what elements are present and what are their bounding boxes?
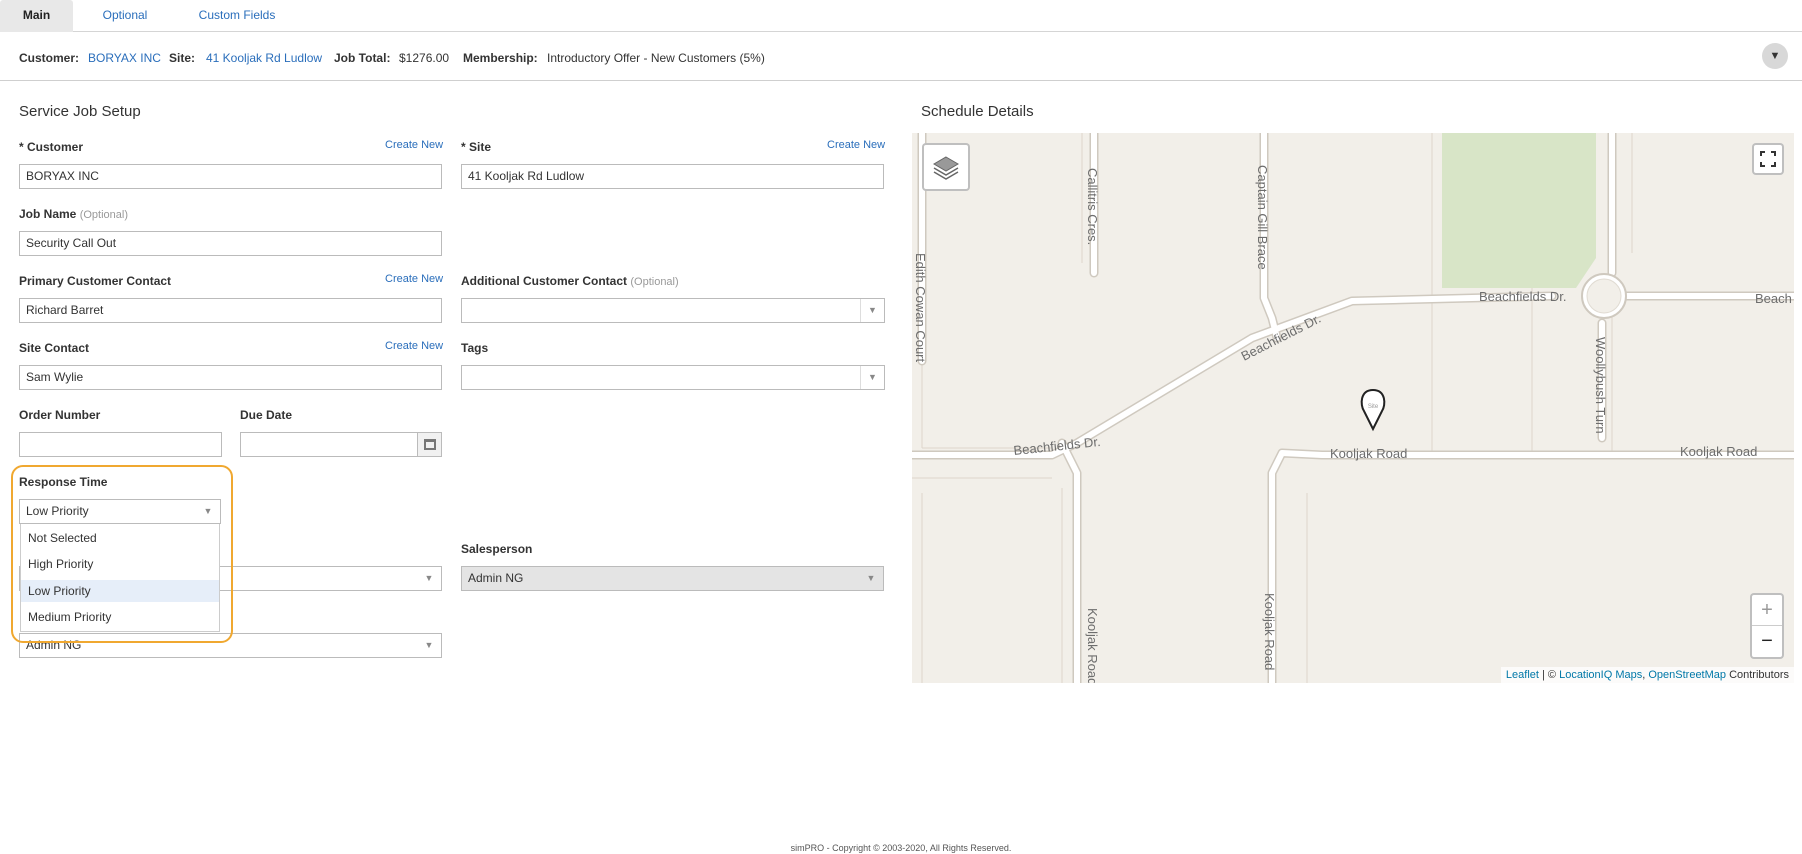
- site-contact-label: Site Contact: [19, 341, 90, 355]
- map-tiles: Edith Cowan Court Callitris Cres. Captai…: [912, 133, 1794, 683]
- zoom-out-button[interactable]: −: [1752, 626, 1782, 657]
- street-label-edith-cowan: Edith Cowan Court: [913, 253, 928, 362]
- salesperson-label: Salesperson: [461, 542, 533, 556]
- salesperson-select: Admin NG ▼: [461, 566, 884, 591]
- street-label-woollybush: Woollybush Turn: [1593, 337, 1608, 434]
- due-date-input[interactable]: [240, 432, 442, 457]
- summary-site-link[interactable]: 41 Kooljak Rd Ludlow: [206, 51, 322, 65]
- map-marker-icon: Site: [1360, 388, 1386, 432]
- summary-membership-label: Membership:: [463, 51, 538, 65]
- fullscreen-icon: [1760, 151, 1776, 167]
- map-attribution: Leaflet | © LocationIQ Maps, OpenStreetM…: [1500, 667, 1794, 683]
- summary-site-label: Site:: [169, 51, 196, 65]
- chevron-down-icon: ▼: [866, 573, 876, 583]
- page-footer: simPRO - Copyright © 2003-2020, All Righ…: [790, 843, 1012, 853]
- summary-membership-value: Introductory Offer - New Customers (5%): [547, 51, 765, 65]
- create-new-site-link[interactable]: Create New: [827, 139, 885, 151]
- openstreetmap-link[interactable]: OpenStreetMap: [1648, 669, 1726, 681]
- tab-custom-fields[interactable]: Custom Fields: [186, 0, 288, 32]
- primary-contact-input[interactable]: Richard Barret: [19, 298, 442, 323]
- job-name-label-text: Job Name: [19, 207, 77, 221]
- customer-input[interactable]: BORYAX INC: [19, 164, 442, 189]
- chevron-down-icon: ▼: [860, 299, 884, 322]
- calendar-icon[interactable]: [417, 433, 441, 456]
- schedule-details-title: Schedule Details: [921, 103, 1034, 120]
- job-name-optional-text: (Optional): [79, 209, 128, 221]
- street-label-captain-gill: Captain Gill Brace: [1255, 165, 1270, 270]
- summary-customer-link[interactable]: BORYAX INC: [88, 51, 161, 65]
- additional-contact-label: Additional Customer Contact (Optional): [461, 274, 679, 288]
- summary-job-total-value: $1276.00: [399, 51, 450, 65]
- map-fullscreen-button[interactable]: [1752, 143, 1784, 175]
- map-marker-label: Site: [1368, 404, 1379, 410]
- chevron-down-icon: ▼: [1769, 50, 1781, 62]
- additional-contact-optional-text: (Optional): [630, 276, 679, 288]
- street-label-callitris: Callitris Cres.: [1085, 168, 1100, 245]
- attribution-contributors: Contributors: [1726, 669, 1789, 681]
- site-map[interactable]: Edith Cowan Court Callitris Cres. Captai…: [912, 133, 1794, 683]
- summary-job-total-label: Job Total:: [334, 51, 391, 65]
- service-job-setup-title: Service Job Setup: [19, 103, 141, 120]
- street-label-kooljak-2: Kooljak Road: [1680, 444, 1757, 459]
- tags-label: Tags: [461, 341, 489, 355]
- attribution-separator: | ©: [1538, 669, 1560, 681]
- create-new-site-contact-link[interactable]: Create New: [385, 340, 443, 352]
- create-new-primary-contact-link[interactable]: Create New: [385, 273, 443, 285]
- primary-contact-label: Primary Customer Contact: [19, 274, 172, 288]
- leaflet-link[interactable]: Leaflet: [1506, 669, 1539, 681]
- map-layers-button[interactable]: [922, 143, 970, 191]
- street-label-beachfields-3: Beachfields Dr.: [1479, 289, 1566, 304]
- layers-icon: [933, 156, 959, 180]
- zoom-in-button[interactable]: +: [1752, 595, 1782, 626]
- site-input[interactable]: 41 Kooljak Rd Ludlow: [461, 164, 884, 189]
- due-date-label: Due Date: [240, 408, 293, 422]
- site-label: * Site: [461, 140, 492, 154]
- tab-optional[interactable]: Optional: [88, 0, 162, 32]
- locationiq-link[interactable]: LocationIQ Maps: [1559, 669, 1642, 681]
- focus-highlight: [11, 465, 233, 643]
- street-label-kooljak-1: Kooljak Road: [1330, 446, 1407, 461]
- map-zoom-control: + −: [1750, 593, 1784, 659]
- customer-label: * Customer: [19, 140, 84, 154]
- site-contact-input[interactable]: Sam Wylie: [19, 365, 442, 390]
- tab-bar: Main Optional Custom Fields: [0, 0, 1802, 32]
- park-area: [1442, 133, 1596, 288]
- summary-customer-label: Customer:: [19, 51, 80, 65]
- chevron-down-icon: ▼: [424, 573, 434, 583]
- chevron-down-icon: ▼: [860, 366, 884, 389]
- tags-select[interactable]: ▼: [461, 365, 885, 390]
- street-label-kooljak-v1: Kooljak Road: [1085, 608, 1100, 683]
- job-summary-bar: Customer: BORYAX INC Site: 41 Kooljak Rd…: [0, 33, 1802, 81]
- order-number-input[interactable]: [19, 432, 222, 457]
- additional-contact-label-text: Additional Customer Contact: [461, 274, 628, 288]
- order-number-label: Order Number: [19, 408, 101, 422]
- salesperson-value: Admin NG: [468, 571, 524, 585]
- street-label-beach-edge: Beach: [1755, 291, 1792, 306]
- chevron-down-icon: ▼: [424, 640, 434, 650]
- tab-main[interactable]: Main: [0, 0, 73, 32]
- job-name-label: Job Name (Optional): [19, 207, 128, 221]
- additional-contact-select[interactable]: ▼: [461, 298, 885, 323]
- create-new-customer-link[interactable]: Create New: [385, 139, 443, 151]
- job-name-input[interactable]: Security Call Out: [19, 231, 442, 256]
- expand-summary-button[interactable]: ▼: [1762, 43, 1788, 69]
- street-label-kooljak-v2: Kooljak Road: [1262, 593, 1277, 670]
